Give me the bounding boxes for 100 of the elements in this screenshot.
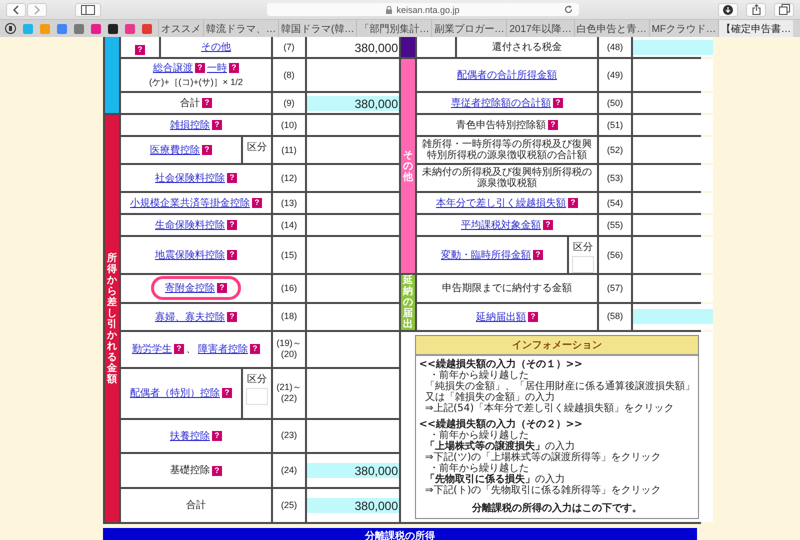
line-number: (53)	[599, 165, 631, 191]
line-number: (55)	[599, 215, 631, 235]
field-label: 区分	[247, 372, 267, 386]
tabs-icon	[778, 4, 790, 15]
help-button[interactable]: ?	[212, 466, 222, 476]
line-number: (58)	[599, 304, 631, 330]
share-button[interactable]	[746, 2, 766, 16]
form-link[interactable]: 配偶者の合計所得金額	[457, 68, 557, 82]
form-link[interactable]: 社会保険料控除	[155, 171, 225, 185]
help-button[interactable]: ?	[222, 388, 232, 398]
row-label: 還付される税金	[492, 42, 562, 52]
help-button[interactable]: ?	[202, 98, 212, 108]
line-number: (19)～ (20)	[273, 332, 305, 367]
form-link[interactable]: 小規模企業共済等掛金控除	[130, 196, 250, 210]
info-heading: <<繰越損失額の入力（その２）>>	[419, 419, 584, 430]
form-link[interactable]: 雑損控除	[170, 118, 210, 132]
form-link[interactable]: 勤労学生	[132, 342, 172, 356]
form-link[interactable]: 地震保険料控除	[155, 248, 225, 262]
field-label: 区分	[247, 141, 267, 154]
form-link[interactable]: その他	[201, 40, 231, 54]
line-number: (15)	[273, 237, 305, 273]
line-number: (7)	[273, 37, 305, 57]
reader-icon[interactable]	[5, 23, 16, 34]
form-link[interactable]: 変動・臨時所得金額	[441, 248, 531, 262]
form-link[interactable]: 医療費控除	[150, 143, 200, 157]
form-link[interactable]: 総合譲渡	[153, 61, 193, 75]
help-button[interactable]: ?	[227, 312, 237, 322]
form-link[interactable]: 一時	[207, 61, 227, 75]
row-label: 申告期限までに納付する金額	[442, 282, 572, 294]
amount-field[interactable]: 380,000	[307, 96, 399, 110]
form-link[interactable]: 障害者控除	[198, 342, 248, 356]
help-button[interactable]: ?	[202, 145, 212, 155]
form-link[interactable]: 専従者控除額の合計額	[451, 96, 551, 110]
download-button[interactable]	[718, 2, 738, 16]
amount-field[interactable]: 380,000	[307, 498, 399, 514]
line-number: (25)	[273, 489, 305, 522]
help-button[interactable]: ?	[252, 198, 262, 208]
sidebar-icon	[81, 4, 95, 14]
form-link[interactable]: 配偶者（特別）控除	[130, 386, 220, 400]
line-number: (12)	[273, 165, 305, 191]
info-text: 「上場株式等の譲渡損失」の入力	[424, 441, 575, 452]
help-button[interactable]: ?	[250, 344, 260, 354]
help-button[interactable]: ?	[135, 45, 145, 55]
reload-icon[interactable]	[564, 5, 573, 14]
form-link[interactable]: 平均課税対象金額	[461, 218, 541, 232]
line-number: (10)	[273, 115, 305, 135]
form-link[interactable]: 生命保険料控除	[155, 218, 225, 232]
line-number: (14)	[273, 215, 305, 235]
row-label: 基礎控除	[170, 465, 210, 476]
help-button[interactable]: ?	[195, 63, 205, 73]
url-text: keisan.nta.go.jp	[396, 4, 460, 14]
help-button[interactable]: ?	[568, 198, 578, 208]
form-link[interactable]: 寡婦、寡夫控除	[155, 310, 225, 324]
help-button[interactable]: ?	[229, 63, 239, 73]
help-button[interactable]: ?	[543, 220, 553, 230]
row-label: 雑所得・一時所得等の所得税及び復興特別所得税の源泉徴収税額の合計額	[421, 139, 593, 161]
help-button[interactable]: ?	[227, 173, 237, 183]
chevron-left-icon	[12, 4, 20, 14]
amount-field[interactable]: 380,000	[307, 40, 399, 54]
line-number: (54)	[599, 193, 631, 213]
address-bar[interactable]: keisan.nta.go.jp	[267, 3, 579, 16]
form-link[interactable]: 寄附金控除	[165, 281, 215, 296]
section-label: その他	[401, 59, 415, 273]
line-number: (13)	[273, 193, 305, 213]
info-text: ⇒上記(54)「本年分で差し引く繰越損失額」をクリック	[424, 403, 675, 414]
form-link[interactable]: 延納届出額	[476, 310, 526, 324]
amount-field[interactable]	[633, 309, 713, 324]
sidebar-button[interactable]	[75, 2, 101, 16]
tabs-button[interactable]	[774, 2, 794, 16]
amount-field[interactable]: 380,000	[307, 463, 399, 478]
line-number: (16)	[273, 275, 305, 302]
row-label: 合計	[180, 98, 200, 108]
help-button[interactable]: ?	[528, 312, 538, 322]
input-field[interactable]	[246, 388, 268, 405]
help-button[interactable]: ?	[548, 120, 558, 130]
browser-tab[interactable]: 【確定申告書…	[718, 20, 794, 37]
help-button[interactable]: ?	[174, 344, 184, 354]
info-text: ・前年から繰り越した	[428, 463, 530, 474]
help-button[interactable]: ?	[533, 250, 543, 260]
help-button[interactable]: ?	[212, 430, 222, 441]
line-number: (56)	[599, 237, 631, 273]
chevron-right-icon	[33, 4, 41, 14]
back-button[interactable]	[6, 2, 26, 16]
info-text: 「先物取引に係る損失」の入力	[424, 474, 566, 485]
formula-text: (ケ)+［(コ)+(サ)］× 1/2	[149, 76, 243, 89]
help-button[interactable]: ?	[227, 250, 237, 260]
input-field[interactable]	[572, 256, 594, 273]
help-button[interactable]: ?	[212, 120, 222, 130]
line-number: (9)	[273, 93, 305, 113]
form-link[interactable]: 本年分で差し引く繰越損失額	[436, 196, 566, 210]
form-link[interactable]: 扶養控除	[170, 428, 210, 443]
help-button[interactable]: ?	[553, 98, 563, 108]
line-number: (18)	[273, 304, 305, 330]
help-button[interactable]: ?	[217, 283, 227, 294]
help-button[interactable]: ?	[227, 220, 237, 230]
lock-icon	[386, 6, 392, 14]
share-icon	[752, 4, 760, 15]
line-number: (21)～ (22)	[273, 368, 305, 418]
info-text: ⇒下記(ツ)の「上場株式等の譲渡所得等」をクリック	[424, 452, 662, 463]
field-label: 区分	[573, 241, 593, 254]
